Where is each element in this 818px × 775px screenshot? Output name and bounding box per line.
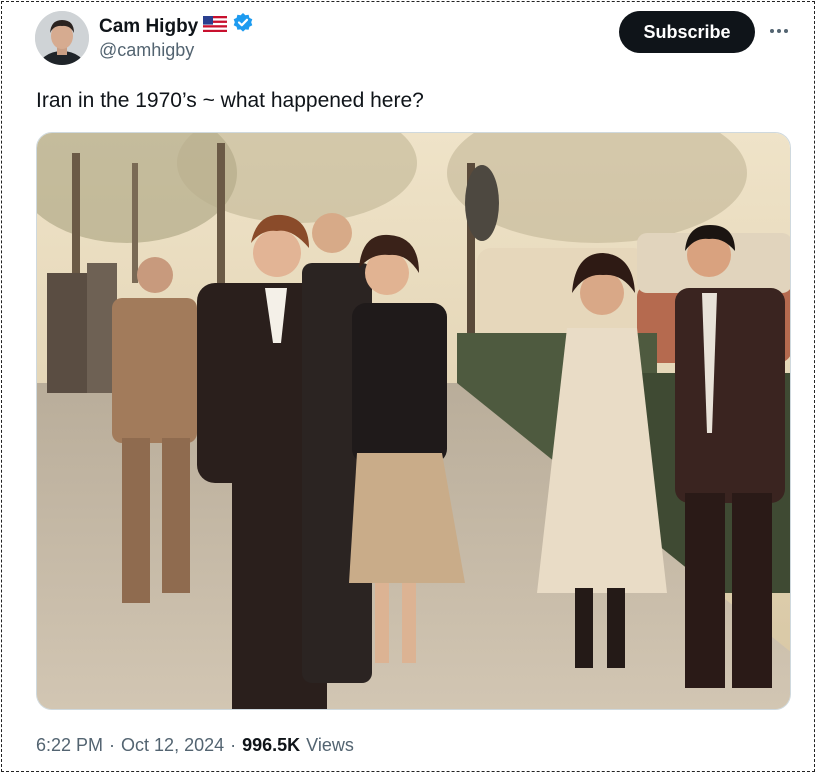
tweet-date[interactable]: Oct 12, 2024 bbox=[121, 733, 224, 757]
photo-illustration bbox=[37, 133, 790, 709]
author-name-row: Cam Higby bbox=[99, 12, 254, 41]
verified-badge-icon[interactable] bbox=[232, 12, 254, 41]
us-flag-icon bbox=[203, 15, 228, 39]
tweet-card: Cam Higby @camhigby Subscribe Iran in th… bbox=[1, 1, 815, 772]
meta-separator: · bbox=[109, 735, 116, 755]
avatar-image bbox=[35, 11, 89, 65]
tweet-meta: 6:22 PM · Oct 12, 2024 · 996.5K Views bbox=[36, 733, 354, 757]
meta-separator: · bbox=[230, 735, 237, 755]
more-horizontal-icon[interactable] bbox=[764, 16, 794, 46]
tweet-photo[interactable] bbox=[36, 132, 791, 710]
author-display-name[interactable]: Cam Higby bbox=[99, 15, 198, 39]
views-label: Views bbox=[306, 735, 354, 755]
tweet-text: Iran in the 1970’s ~ what happened here? bbox=[36, 89, 424, 112]
views-count[interactable]: 996.5K bbox=[242, 733, 300, 757]
avatar[interactable] bbox=[35, 11, 89, 65]
subscribe-button[interactable]: Subscribe bbox=[619, 11, 755, 53]
tweet-time[interactable]: 6:22 PM bbox=[36, 733, 103, 757]
author-handle[interactable]: @camhigby bbox=[99, 39, 194, 61]
